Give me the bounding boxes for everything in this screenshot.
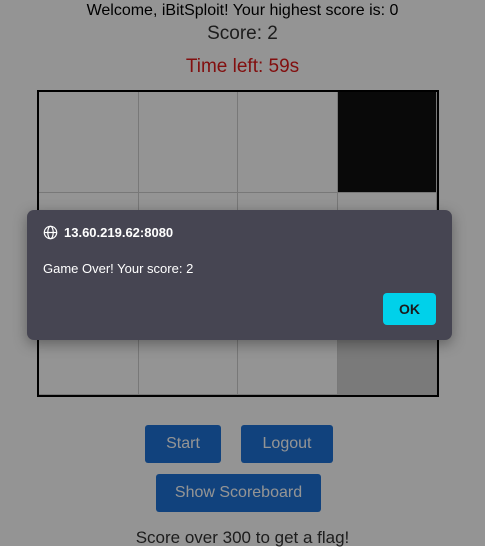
globe-icon [43,225,58,240]
ok-button[interactable]: OK [383,293,436,325]
dialog-origin: 13.60.219.62:8080 [43,225,173,240]
dialog-origin-text: 13.60.219.62:8080 [64,225,174,240]
dialog-message: Game Over! Your score: 2 [43,261,194,276]
alert-dialog: 13.60.219.62:8080 Game Over! Your score:… [27,210,452,340]
